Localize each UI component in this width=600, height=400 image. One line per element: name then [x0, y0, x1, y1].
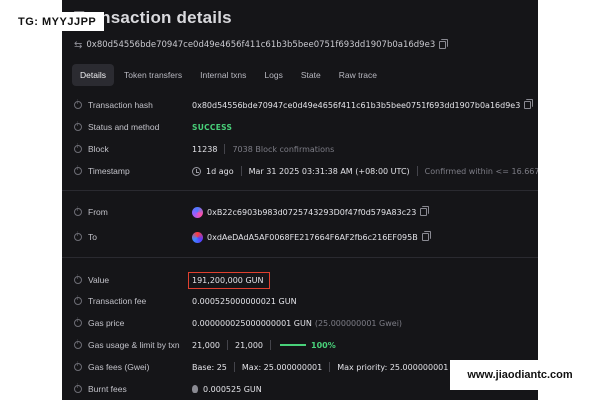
- row-label: Gas usage & limit by txn: [88, 340, 180, 350]
- row-label: Value: [88, 275, 110, 285]
- clock-icon: [192, 166, 201, 176]
- gas-used: 21,000: [192, 340, 220, 350]
- gas-fee-base: Base: 25: [192, 362, 227, 372]
- gas-price-value: 0.000000025000000001 GUN: [192, 318, 312, 328]
- row-label: Transaction fee: [88, 296, 147, 306]
- row-label: Transaction hash: [88, 100, 153, 110]
- watermark-top-left: TG: MYYJJPP: [10, 12, 105, 31]
- timestamp-ago: 1d ago: [206, 166, 234, 176]
- avatar: [192, 231, 203, 243]
- tx-hash-header-text: 0x80d54556bde70947ce0d49e4656f411c61b3b5…: [86, 40, 436, 50]
- info-icon: [74, 362, 82, 371]
- status-badge: SUCCESS: [192, 122, 233, 132]
- copy-icon[interactable]: [421, 231, 431, 241]
- info-icon: [74, 232, 82, 241]
- info-icon: [74, 296, 82, 305]
- divider: [62, 190, 538, 191]
- info-icon: [74, 100, 82, 109]
- row-label: Block: [88, 144, 109, 154]
- tab-internal-txns[interactable]: Internal txns: [192, 64, 254, 86]
- info-icon: [74, 275, 82, 284]
- info-icon: [74, 384, 82, 393]
- tab-logs[interactable]: Logs: [256, 64, 290, 86]
- row-transaction-fee: Transaction fee 0.000525000000021 GUN: [74, 293, 524, 309]
- avatar: [192, 206, 203, 218]
- divider: [62, 257, 538, 258]
- value-amount: 191,200,000 GUN: [188, 271, 271, 289]
- tab-details[interactable]: Details: [72, 64, 114, 86]
- row-label: Timestamp: [88, 166, 130, 176]
- row-label: From: [88, 207, 108, 217]
- watermark-bottom-right: www.jiaodiantc.com: [450, 360, 590, 390]
- timestamp-date: Mar 31 2025 03:31:38 AM (+08:00 UTC): [248, 166, 410, 176]
- row-label: Gas fees (Gwei): [88, 362, 150, 372]
- gas-fee-max: Max: 25.000000001: [241, 362, 323, 372]
- row-label: Status and method: [88, 122, 160, 132]
- row-to: To 0xdAeDAdA5AF0068FE217664F6AF2fb6c216E…: [74, 229, 524, 245]
- row-status: Status and method SUCCESS: [74, 119, 524, 135]
- gas-usage-percent: 100%: [311, 340, 336, 350]
- swap-arrows-icon: ⇆: [74, 39, 83, 51]
- info-icon: [74, 207, 82, 216]
- info-icon: [74, 318, 82, 327]
- tab-bar: Details Token transfers Internal txns Lo…: [72, 64, 387, 86]
- tab-state[interactable]: State: [293, 64, 329, 86]
- row-label: Gas price: [88, 318, 125, 328]
- transaction-panel: Transaction details ⇆ 0x80d54556bde70947…: [62, 0, 538, 400]
- row-block: Block 11238 7038 Block confirmations: [74, 141, 524, 157]
- timestamp-confirmed: Confirmed within <= 16.667 secs: [424, 166, 538, 176]
- tab-raw-trace[interactable]: Raw trace: [331, 64, 385, 86]
- info-icon: [74, 166, 82, 175]
- row-label: To: [88, 232, 97, 242]
- row-transaction-hash: Transaction hash 0x80d54556bde70947ce0d4…: [74, 97, 534, 113]
- block-number-link[interactable]: 11238: [192, 145, 217, 154]
- burnt-fees-value: 0.000525 GUN: [203, 384, 262, 394]
- tab-token-transfers[interactable]: Token transfers: [116, 64, 190, 86]
- from-address-link[interactable]: 0xB22c6903b983d0725743293D0f47f0d579A83c…: [207, 208, 416, 217]
- gas-fee-priority: Max priority: 25.000000001: [337, 362, 449, 372]
- info-icon: [74, 144, 82, 153]
- row-value: Value 191,200,000 GUN: [74, 271, 524, 289]
- info-icon: [74, 122, 82, 131]
- row-from: From 0xB22c6903b983d0725743293D0f47f0d57…: [74, 204, 524, 220]
- gas-usage-bar: [280, 344, 306, 346]
- info-icon: [74, 340, 82, 349]
- copy-icon[interactable]: [439, 39, 449, 49]
- copy-icon[interactable]: [420, 206, 430, 216]
- transaction-fee-value: 0.000525000000021 GUN: [192, 296, 297, 306]
- block-confirmations: 7038 Block confirmations: [232, 144, 335, 154]
- tx-hash-header: ⇆ 0x80d54556bde70947ce0d49e4656f411c61b3…: [74, 38, 449, 52]
- gas-price-gwei: (25.000000001 Gwei): [314, 318, 403, 328]
- transaction-hash-value: 0x80d54556bde70947ce0d49e4656f411c61b3b5…: [192, 100, 521, 110]
- row-label: Burnt fees: [88, 384, 127, 394]
- row-gas-price: Gas price 0.000000025000000001 GUN (25.0…: [74, 315, 524, 331]
- copy-icon[interactable]: [524, 99, 534, 109]
- to-address-link[interactable]: 0xdAeDAdA5AF0068FE217664F6AF2fb6c216EF09…: [207, 233, 418, 242]
- row-timestamp: Timestamp 1d ago Mar 31 2025 03:31:38 AM…: [74, 163, 538, 179]
- row-gas-usage: Gas usage & limit by txn 21,000 21,000 1…: [74, 337, 524, 353]
- gas-limit: 21,000: [235, 340, 263, 350]
- flame-icon: [192, 385, 198, 393]
